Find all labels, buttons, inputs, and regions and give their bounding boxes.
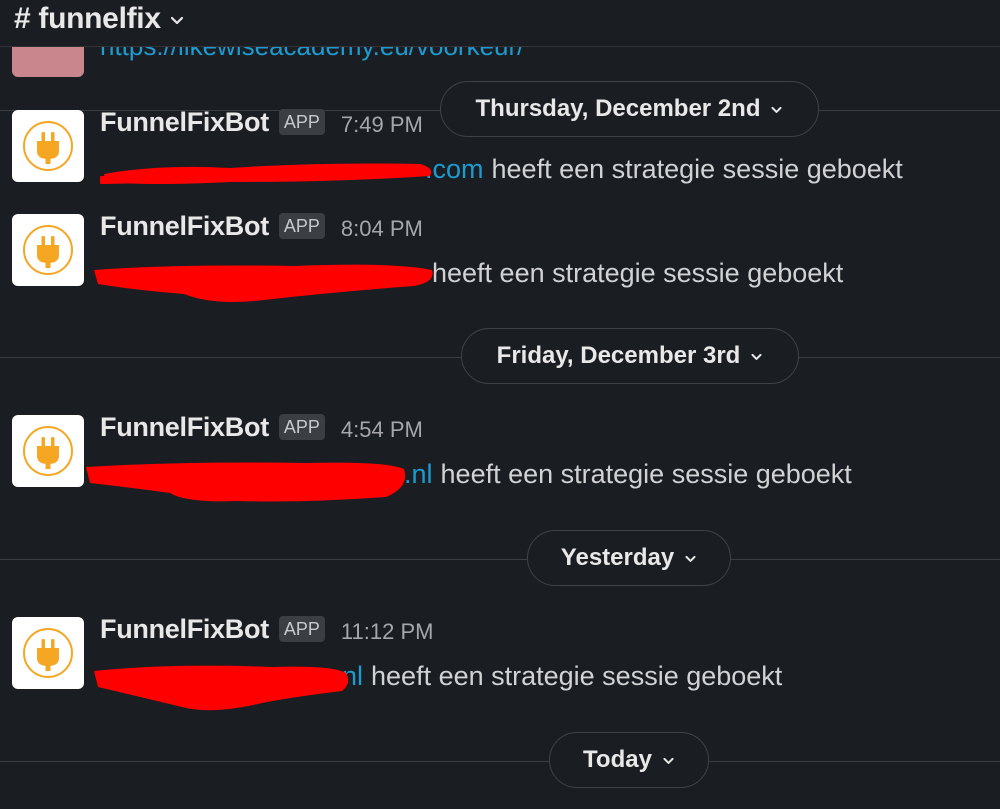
slack-channel-view: # funnelfix https://likewiseacademy.eu/v… — [0, 0, 1000, 809]
plug-icon — [23, 225, 73, 275]
timestamp[interactable]: 11:12 PM — [341, 619, 434, 645]
channel-name-button[interactable]: # funnelfix — [14, 2, 185, 36]
redaction-scribble — [94, 665, 349, 711]
app-badge: APP — [278, 414, 325, 440]
sender-name[interactable]: FunnelFixBot — [100, 211, 269, 242]
date-jump-button[interactable]: Yesterday — [527, 530, 731, 586]
timestamp[interactable]: 7:49 PM — [341, 112, 423, 138]
previous-message-fragment: https://likewiseacademy.eu/voorkeur/ — [0, 47, 1000, 77]
chevron-down-icon — [170, 16, 183, 25]
channel-header: # funnelfix — [0, 0, 1000, 47]
app-badge: APP — [278, 616, 325, 642]
message-link[interactable]: https://likewiseacademy.eu/voorkeur/ — [100, 47, 524, 62]
plug-icon — [23, 121, 73, 171]
message: FunnelFixBot APP 11:12 PM nl heeft een s… — [0, 614, 1000, 711]
timestamp[interactable]: 4:54 PM — [341, 417, 423, 443]
plug-icon — [23, 628, 73, 678]
chevron-down-icon — [663, 757, 674, 764]
sender-name[interactable]: FunnelFixBot — [100, 614, 269, 645]
app-badge: APP — [278, 213, 325, 239]
message-text: heeft een strategie sessie geboekt — [432, 257, 844, 288]
redaction-scribble — [94, 264, 433, 302]
divider-line — [0, 761, 1000, 762]
date-label: Today — [583, 746, 652, 773]
chevron-down-icon — [751, 353, 762, 360]
avatar[interactable] — [12, 415, 84, 487]
message-body: heeft een strategie sessie geboekt — [94, 256, 844, 302]
email-link[interactable]: nl — [342, 661, 363, 692]
avatar[interactable] — [12, 214, 84, 286]
divider-line — [0, 559, 1000, 560]
message-text: heeft een strategie sessie geboekt — [440, 458, 852, 489]
timestamp[interactable]: 8:04 PM — [341, 216, 423, 242]
message-text: heeft een strategie sessie geboekt — [491, 153, 903, 184]
email-link[interactable]: .com — [425, 154, 484, 185]
message-body: nl heeft een strategie sessie geboekt — [92, 659, 783, 711]
avatar[interactable] — [12, 110, 84, 182]
message-header: FunnelFixBot APP 8:04 PM — [100, 210, 423, 242]
avatar[interactable] — [12, 617, 84, 689]
message-body: .nl heeft een strategie sessie geboekt — [86, 457, 852, 502]
message-header: FunnelFixBot APP 4:54 PM — [100, 411, 423, 443]
date-jump-button[interactable]: Friday, December 3rd — [461, 328, 799, 384]
sender-name[interactable]: FunnelFixBot — [100, 107, 269, 138]
message: FunnelFixBot APP 4:54 PM .nl heeft een s… — [0, 412, 1000, 505]
date-label: Friday, December 3rd — [496, 342, 741, 369]
date-label: Yesterday — [560, 544, 675, 571]
avatar — [12, 47, 84, 77]
email-link[interactable]: .nl — [404, 459, 433, 490]
message-text: heeft een strategie sessie geboekt — [371, 660, 783, 691]
message-header: FunnelFixBot APP 11:12 PM — [100, 613, 433, 645]
channel-name: # funnelfix — [14, 2, 161, 35]
message: FunnelFixBot APP 8:04 PM heeft een strat… — [0, 211, 1000, 304]
redaction-scribble — [86, 462, 406, 502]
date-jump-button[interactable]: Today — [549, 732, 709, 788]
app-badge: APP — [278, 109, 325, 135]
plug-icon — [23, 426, 73, 476]
sender-name[interactable]: FunnelFixBot — [100, 412, 269, 443]
message-body: .com heeft een strategie sessie geboekt — [100, 152, 903, 186]
chevron-down-icon — [685, 555, 696, 562]
redaction-scribble — [100, 163, 432, 184]
message: FunnelFixBot APP 7:49 PM .com heeft een … — [0, 107, 1000, 200]
message-header: FunnelFixBot APP 7:49 PM — [100, 106, 423, 138]
